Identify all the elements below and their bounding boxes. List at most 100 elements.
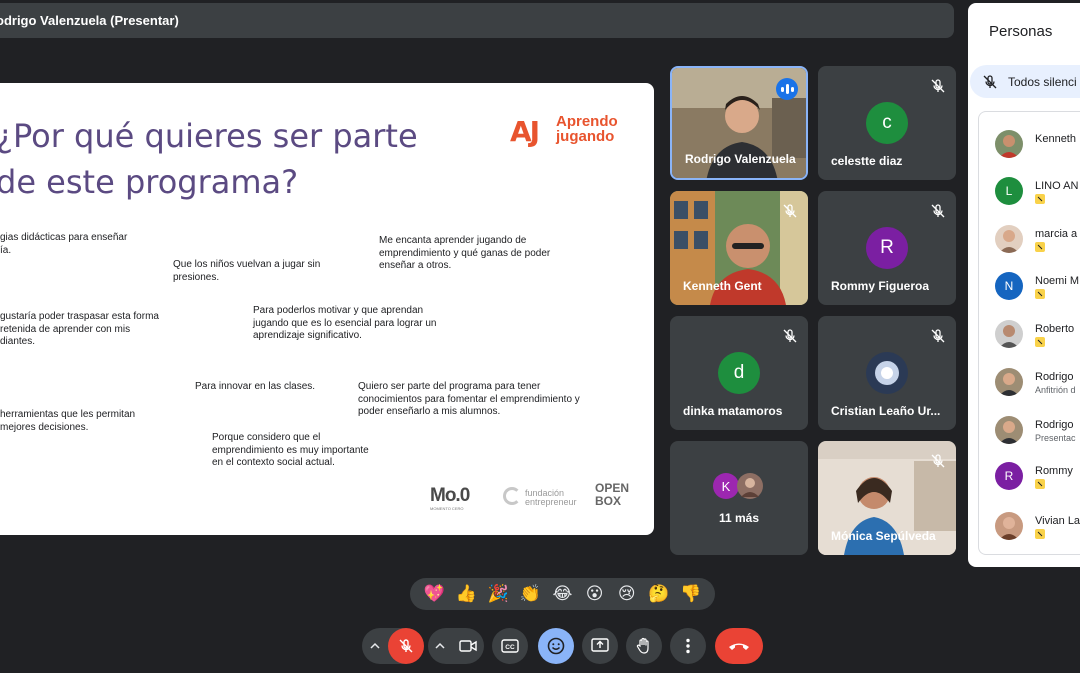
fundacion-entrepreneur-logo: fundación entrepreneur [525,488,577,507]
presenter-label: odrigo Valenzuela (Presentar) [0,13,179,28]
participant-tile-monica[interactable]: Mónica Sepúlveda [818,441,956,555]
camera-control [428,628,484,664]
avatar [995,368,1023,396]
slide-note-7: Quiero ser parte del programa para tener… [358,381,580,417]
participant-name: Rommy [1035,465,1073,477]
participant-tile-dinka[interactable]: d dinka matamoros [670,316,808,430]
presenter-bar: odrigo Valenzuela (Presentar) [0,3,954,38]
present-screen-icon [591,638,609,652]
smiley-icon [547,637,565,655]
slide-note-1: gias didácticas para enseñar ía. [0,232,128,256]
reaction-clap[interactable]: 👏 [518,584,542,604]
avatar: c [866,102,908,144]
reaction-thumbs-down[interactable]: 👎 [679,584,703,604]
tile-name: 11 más [718,511,760,525]
camera-toggle-button[interactable] [451,628,484,664]
chevron-up-icon [370,642,380,649]
mic-off-icon [931,329,945,343]
fundacion-ring-icon [503,487,521,505]
reaction-heart[interactable]: 💖 [422,584,446,604]
avatar: L [995,177,1023,205]
svg-text:CC: CC [505,644,515,651]
list-item[interactable]: R Rommy [995,462,1080,492]
mic-options-button[interactable] [362,641,388,651]
participant-tile-cristian[interactable]: Cristian Leaño Ur... [818,316,956,430]
participant-list: Kenneth L LINO AN marcia a N Noemi M Rob… [978,111,1080,555]
tile-name: Cristian Leaño Ur... [831,404,941,418]
aprendo-jugando-logo: AJ Aprendo jugando [510,113,630,153]
participant-tile-more[interactable]: K 11 más [670,441,808,555]
slide-title-line-1: ¿Por qué quieres ser parte [0,117,418,155]
participant-tile-rodrigo[interactable]: Rodrigo Valenzuela [670,66,808,180]
slide-note-5: Para poderlos motivar y que aprendan juga… [253,305,437,341]
slide-note-6: Para innovar en las clases. [195,381,316,392]
mic-off-icon [783,329,797,343]
avatar: N [995,272,1023,300]
participant-name: Rodrigo [1035,419,1074,431]
people-panel: Personas Todos silenci Kenneth L LINO AN… [968,3,1080,567]
avatar [995,512,1023,540]
avatar: R [866,227,908,269]
openbox-logo: OPEN BOX [595,481,630,508]
participant-name: marcia a [1035,228,1078,240]
captions-button[interactable]: CC [492,628,528,664]
mic-toggle-button[interactable] [388,628,424,664]
participant-tile-rommy[interactable]: R Rommy Figueroa [818,191,956,305]
reaction-thinking[interactable]: 🤔 [647,584,671,604]
list-item[interactable]: Vivian La [995,512,1080,542]
tile-name: Mónica Sepúlveda [831,529,936,543]
raise-hand-button[interactable] [626,628,662,664]
mic-off-icon [931,454,945,468]
participant-name: Roberto [1035,323,1075,335]
end-call-button[interactable] [715,628,763,664]
mic-off-icon [983,74,997,88]
present-screen-button[interactable] [582,628,618,664]
more-options-button[interactable] [670,628,706,664]
avatar [995,320,1023,348]
avatar: R [995,462,1023,490]
tile-name: Rommy Figueroa [831,279,930,293]
participant-role: Presentac [1035,433,1076,443]
reaction-thumbs-up[interactable]: 👍 [454,584,478,604]
list-item[interactable]: N Noemi M [995,272,1080,302]
tile-name: Rodrigo Valenzuela [685,152,796,166]
list-item[interactable]: Rodrigo Anfitrión d [995,368,1080,398]
chevron-up-icon [435,642,445,649]
avatar [866,352,908,394]
emoji-reactions-button[interactable] [538,628,574,664]
slide-note-3: Me encanta aprender jugando de emprendimi… [379,235,551,271]
reaction-sad[interactable]: 😢 [615,584,639,604]
participant-role: Anfitrión d [1035,385,1076,395]
list-item[interactable]: marcia a [995,225,1080,255]
mic-control [362,628,424,664]
reaction-party[interactable]: 🎉 [486,584,510,604]
tile-name: celestte diaz [831,154,903,168]
participant-tile-celestte[interactable]: c celestte diaz [818,66,956,180]
slide-title-line-2: de este programa? [0,163,299,201]
reaction-laugh[interactable]: 😂 [550,584,574,604]
list-item[interactable]: Kenneth [995,130,1080,160]
slide-note-4: gustaría poder traspasar esta forma reten… [0,311,159,347]
participant-name: Rodrigo [1035,371,1074,383]
mic-off-badge-icon [1035,194,1045,204]
mic-off-badge-icon [1035,337,1045,347]
mic-off-icon [783,204,797,218]
list-item[interactable]: Roberto [995,320,1080,350]
avatar: K [713,473,739,499]
avatar [995,416,1023,444]
mic-off-icon [931,204,945,218]
reaction-surprised[interactable]: 😮 [583,584,607,604]
participant-tile-kenneth[interactable]: Kenneth Gent [670,191,808,305]
list-item[interactable]: Rodrigo Presentac [995,416,1080,446]
logo-word-2: jugando [556,128,615,145]
closed-captions-icon: CC [501,639,519,653]
list-item[interactable]: L LINO AN [995,177,1080,207]
logo-mark: AJ [510,115,540,148]
shared-slide: ¿Por qué quieres ser parte de este progr… [0,83,654,535]
camera-options-button[interactable] [428,641,451,651]
slide-note-9: Porque considero que el emprendimiento es… [212,432,369,468]
tile-name: dinka matamoros [683,404,783,418]
mute-all-label: Todos silenci [1008,74,1077,89]
avatar: d [718,352,760,394]
mute-all-button[interactable]: Todos silenci [970,65,1080,98]
